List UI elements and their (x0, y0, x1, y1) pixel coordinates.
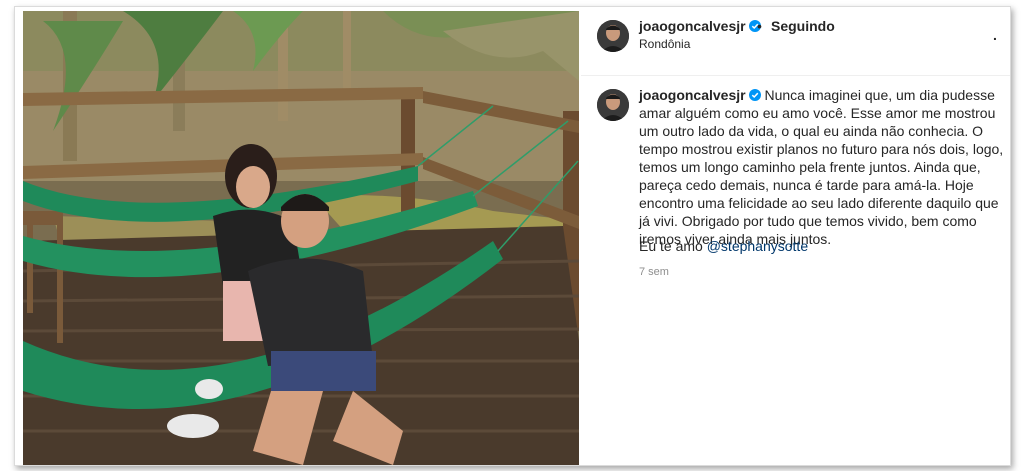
post-photo[interactable] (23, 11, 579, 465)
post-header: joaogoncalvesjr • Seguindo Rondônia . (581, 7, 1010, 76)
author-username-row[interactable]: joaogoncalvesjr (639, 18, 761, 36)
caption-username[interactable]: joaogoncalvesjr (639, 87, 746, 103)
caption-closing-line: Eu te amo @stephanysotte (639, 238, 808, 254)
post-modal: joaogoncalvesjr • Seguindo Rondônia . jo… (14, 6, 1011, 466)
mention-link[interactable]: @stephanysotte (707, 238, 808, 254)
post-location[interactable]: Rondônia (639, 37, 690, 51)
separator-dot: • (757, 18, 762, 34)
more-options-icon[interactable]: . (993, 27, 997, 43)
post-caption: joaogoncalvesjr Nunca imaginei que, um d… (639, 86, 1005, 248)
post-timestamp[interactable]: 7 sem (639, 266, 669, 278)
caption-author-avatar[interactable] (597, 89, 629, 121)
author-username[interactable]: joaogoncalvesjr (639, 18, 746, 34)
verified-badge-icon (748, 89, 761, 101)
love-text: Eu te amo (639, 238, 703, 254)
caption-text: Nunca imaginei que, um dia pudesse amar … (639, 87, 1004, 247)
author-avatar[interactable] (597, 20, 629, 52)
following-button[interactable]: Seguindo (771, 18, 835, 34)
post-sidebar: joaogoncalvesjr • Seguindo Rondônia . jo… (581, 7, 1010, 465)
couple-in-hammock-photo (23, 11, 579, 465)
